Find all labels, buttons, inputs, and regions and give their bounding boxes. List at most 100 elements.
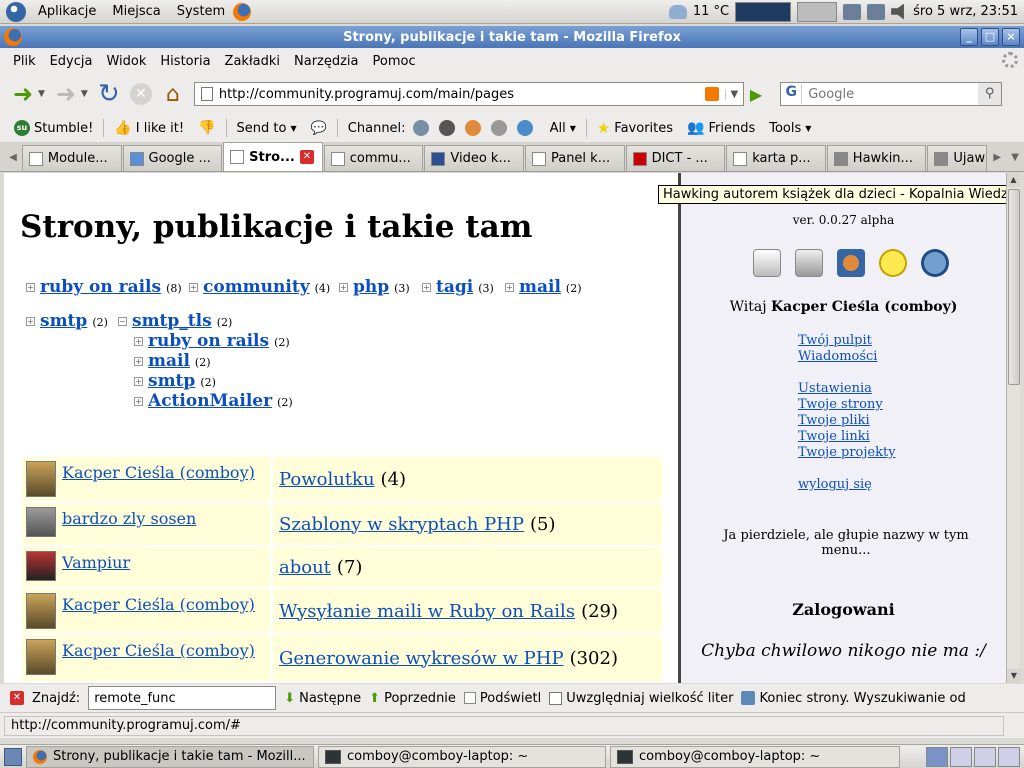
stumble-button[interactable]: su Stumble!: [10, 120, 97, 136]
tab-scroll-left-icon[interactable]: ◀: [4, 145, 22, 171]
tag-channel-icon[interactable]: [490, 120, 507, 136]
page-link[interactable]: Generowanie wykresów w PHP: [279, 648, 564, 669]
url-text[interactable]: http://community.programuj.com/main/page…: [219, 87, 699, 102]
google-engine-icon[interactable]: G: [781, 84, 803, 104]
author-link[interactable]: Vampiur: [62, 553, 130, 572]
tab[interactable]: DICT - ...: [625, 145, 726, 171]
menu-edit[interactable]: Edycja: [43, 54, 100, 69]
chat-icon[interactable]: [753, 249, 781, 277]
link-my-projects[interactable]: Twoje projekty: [798, 445, 896, 461]
highlight-button[interactable]: Podświetl: [463, 691, 541, 706]
find-next-button[interactable]: ⬇ Następne: [284, 691, 361, 706]
taskbar-item-terminal[interactable]: comboy@comboy-laptop: ~: [610, 745, 900, 768]
close-findbar-icon[interactable]: ✕: [10, 691, 24, 705]
page-link[interactable]: Wysyłanie maili w Ruby on Rails: [279, 601, 575, 622]
stop-icon[interactable]: ✕: [129, 83, 152, 105]
news-icon[interactable]: [795, 249, 823, 277]
menu-history[interactable]: Historia: [153, 54, 217, 69]
expand-icon[interactable]: +: [189, 282, 198, 292]
tag-link[interactable]: ActionMailer: [148, 391, 272, 411]
page-link[interactable]: about: [279, 557, 331, 578]
back-history-dropdown-icon[interactable]: ▼: [38, 89, 45, 99]
photo-channel-icon[interactable]: [516, 120, 533, 136]
scroll-up-icon[interactable]: ▲: [1007, 173, 1020, 187]
match-case-checkbox[interactable]: [549, 691, 563, 705]
expand-icon[interactable]: +: [134, 376, 143, 386]
link-messages[interactable]: Wiadomości: [798, 349, 896, 365]
expand-icon[interactable]: +: [134, 356, 143, 366]
author-link[interactable]: Kacper Cieśla (comboy): [62, 595, 255, 614]
expand-icon[interactable]: +: [505, 282, 514, 292]
go-arrow-icon[interactable]: ▶: [750, 85, 762, 104]
tab-active[interactable]: Stro... ✕: [223, 142, 323, 171]
users-icon[interactable]: [837, 249, 865, 277]
workspace-1[interactable]: [926, 746, 948, 767]
find-previous-button[interactable]: ⬆ Poprzednie: [369, 691, 456, 706]
tag-link[interactable]: smtp: [148, 371, 195, 391]
link-my-files[interactable]: Twoje pliki: [798, 413, 896, 429]
tab[interactable]: Module...: [21, 145, 122, 171]
reload-icon[interactable]: ↻: [94, 79, 124, 109]
menu-help[interactable]: Pomoc: [366, 54, 423, 69]
scrollbar-thumb[interactable]: [1008, 189, 1020, 385]
rss-feed-icon[interactable]: [704, 87, 719, 101]
search-bar[interactable]: G ⚲: [780, 82, 1003, 106]
tab[interactable]: karta p...: [726, 145, 826, 171]
author-link[interactable]: Kacper Cieśla (comboy): [62, 641, 255, 660]
firefox-launcher-icon[interactable]: [233, 2, 252, 21]
match-case-toggle[interactable]: Uwzględniaj wielkość liter: [549, 691, 733, 706]
tag-link[interactable]: ruby on rails: [148, 331, 269, 351]
send-to-button[interactable]: Send to ▼: [233, 121, 301, 136]
weather-icon[interactable]: [668, 4, 687, 19]
tab[interactable]: Google ...: [122, 145, 223, 171]
taskbar-item-terminal[interactable]: comboy@comboy-laptop: ~: [318, 745, 606, 768]
network-icon[interactable]: [867, 3, 886, 20]
friends-button[interactable]: 👥 Friends: [683, 120, 759, 136]
all-dropdown[interactable]: All ▼: [546, 121, 580, 136]
back-arrow-icon[interactable]: ➜: [8, 79, 38, 109]
link-dashboard[interactable]: Twój pulpit: [798, 333, 896, 349]
forward-arrow-icon[interactable]: ➜: [51, 79, 81, 109]
workspace-4[interactable]: [998, 746, 1020, 767]
menu-tools[interactable]: Narzędzia: [287, 54, 366, 69]
scroll-down-icon[interactable]: ▼: [1007, 669, 1021, 683]
link-my-links[interactable]: Twoje linki: [798, 429, 896, 445]
firefox-window-icon[interactable]: [4, 28, 22, 46]
menu-places[interactable]: Miejsca: [104, 4, 168, 19]
tag-link[interactable]: php: [353, 277, 389, 297]
expand-icon[interactable]: +: [134, 396, 143, 406]
menu-system[interactable]: System: [169, 4, 233, 19]
close-window-button[interactable]: ×: [1002, 28, 1020, 46]
tab[interactable]: Ujaw: [927, 145, 988, 171]
menu-bookmarks[interactable]: Zakładki: [218, 54, 287, 69]
i-like-it-button[interactable]: 👍 I like it!: [110, 120, 188, 136]
author-link[interactable]: bardzo zly sosen: [62, 509, 196, 528]
find-input[interactable]: [88, 686, 277, 710]
author-link[interactable]: Kacper Cieśla (comboy): [62, 463, 255, 482]
tab-scroll-right-icon[interactable]: ▶: [988, 145, 1006, 171]
update-icon[interactable]: [843, 3, 862, 20]
tag-link[interactable]: smtp_tls: [132, 311, 212, 331]
search-magnifier-icon[interactable]: ⚲: [978, 83, 1002, 105]
url-bar[interactable]: http://community.programuj.com/main/page…: [193, 82, 744, 106]
collapse-icon[interactable]: −: [118, 316, 127, 326]
link-settings[interactable]: Ustawienia: [798, 381, 896, 397]
link-my-pages[interactable]: Twoje strony: [798, 397, 896, 413]
expand-icon[interactable]: +: [26, 316, 35, 326]
thumbs-down-button[interactable]: 👎: [194, 120, 219, 136]
tab[interactable]: commu...: [323, 145, 424, 171]
video-channel-icon[interactable]: [438, 120, 455, 136]
tag-link[interactable]: ruby on rails: [40, 277, 161, 297]
globe-channel-icon[interactable]: [412, 120, 429, 136]
forward-history-dropdown-icon[interactable]: ▼: [81, 89, 88, 99]
vertical-scrollbar[interactable]: ▲ ▼: [1006, 173, 1021, 683]
menu-view[interactable]: Widok: [99, 54, 153, 69]
expand-icon[interactable]: +: [339, 282, 348, 292]
comment-button[interactable]: 💬: [307, 121, 331, 136]
globe-icon[interactable]: [921, 249, 949, 277]
tag-link[interactable]: mail: [148, 351, 190, 371]
tag-link[interactable]: smtp: [40, 311, 87, 331]
window-titlebar[interactable]: Strony, publikacje i takie tam - Mozilla…: [0, 26, 1024, 48]
expand-icon[interactable]: +: [26, 282, 35, 292]
workspace-3[interactable]: [974, 746, 996, 767]
